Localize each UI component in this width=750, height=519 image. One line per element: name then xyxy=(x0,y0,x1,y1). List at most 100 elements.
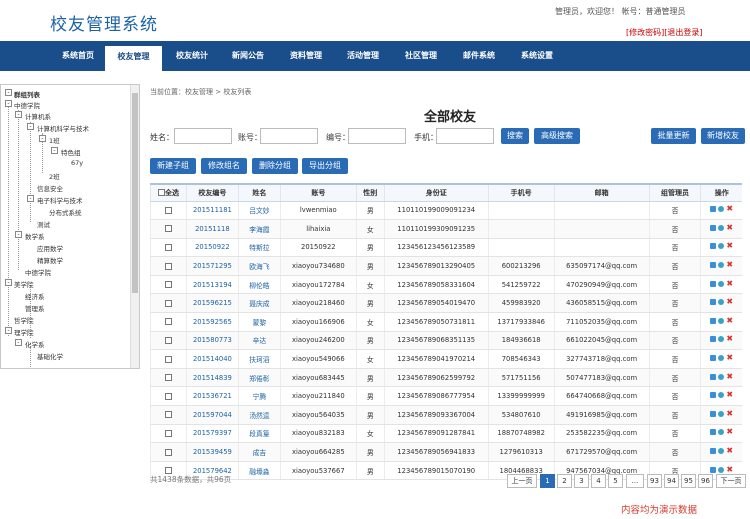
edit-icon[interactable] xyxy=(710,410,717,417)
alumni-name[interactable]: 柳伦皓 xyxy=(237,275,281,295)
row-checkbox[interactable] xyxy=(164,374,172,382)
row-checkbox[interactable] xyxy=(164,225,172,233)
tree-toggle[interactable]: - xyxy=(15,231,22,238)
edit-icon[interactable] xyxy=(710,355,717,362)
row-checkbox[interactable] xyxy=(164,281,172,289)
delete-icon[interactable]: ✖ xyxy=(726,391,733,399)
tree-toggle[interactable]: - xyxy=(15,111,22,118)
row-checkbox[interactable] xyxy=(164,299,172,307)
nav-home[interactable]: 系统首页 xyxy=(52,41,104,71)
delete-icon[interactable]: ✖ xyxy=(726,447,733,455)
page-96-button[interactable]: 96 xyxy=(698,474,713,488)
row-checkbox[interactable] xyxy=(164,392,172,400)
nav-settings[interactable]: 系统设置 xyxy=(511,41,563,71)
tree-scroll-thumb[interactable] xyxy=(132,93,138,293)
advanced-search-button[interactable]: 高级搜索 xyxy=(534,128,580,144)
edit-icon[interactable] xyxy=(710,243,717,250)
tree-node[interactable]: 信息安全 xyxy=(37,183,63,193)
row-select-cell[interactable] xyxy=(150,312,187,332)
new-subgroup-button[interactable]: 新建子组 xyxy=(150,158,196,174)
alumni-id[interactable]: 201514839 xyxy=(185,368,239,388)
tree-node[interactable]: 美学院 xyxy=(14,279,34,289)
alumni-id[interactable]: 201580773 xyxy=(185,331,239,351)
page-5-button[interactable]: 5 xyxy=(608,474,623,488)
search-button[interactable]: 搜索 xyxy=(501,128,529,144)
tree-node[interactable]: 计算机科学与技术 xyxy=(37,123,89,133)
delete-icon[interactable]: ✖ xyxy=(726,428,733,436)
phone-input[interactable] xyxy=(436,128,494,144)
view-icon[interactable] xyxy=(718,224,725,231)
tree-toggle[interactable]: - xyxy=(39,135,46,142)
tree-toggle[interactable]: - xyxy=(27,123,34,130)
alumni-name[interactable]: 郑倦彰 xyxy=(237,368,281,388)
tree-node[interactable]: 中德学院 xyxy=(14,100,40,110)
tree-node[interactable]: 数学系 xyxy=(25,231,45,241)
page-93-button[interactable]: 93 xyxy=(647,474,662,488)
tree-root-group-list[interactable]: 群组列表 xyxy=(14,89,40,99)
tree-node[interactable]: 特色组 xyxy=(61,147,81,157)
tree-node[interactable]: 计算机系 xyxy=(25,111,51,121)
delete-icon[interactable]: ✖ xyxy=(726,465,733,473)
view-icon[interactable] xyxy=(718,429,725,436)
row-checkbox[interactable] xyxy=(164,336,172,344)
rename-group-button[interactable]: 修改组名 xyxy=(201,158,247,174)
number-input[interactable] xyxy=(348,128,406,144)
tree-node[interactable]: 哲学院 xyxy=(14,315,34,325)
alumni-id[interactable]: 20150922 xyxy=(185,238,239,258)
export-group-button[interactable]: 导出分组 xyxy=(302,158,348,174)
row-checkbox[interactable] xyxy=(164,243,172,251)
tree-toggle[interactable]: - xyxy=(5,327,12,334)
logout-link[interactable]: [退出登录] xyxy=(664,28,702,37)
row-checkbox[interactable] xyxy=(164,318,172,326)
edit-icon[interactable] xyxy=(710,429,717,436)
nav-documents[interactable]: 资料管理 xyxy=(280,41,332,71)
row-select-cell[interactable] xyxy=(150,256,187,276)
row-select-cell[interactable] xyxy=(150,293,187,314)
page-1-button[interactable]: 1 xyxy=(540,474,555,488)
row-checkbox[interactable] xyxy=(164,206,172,214)
row-select-cell[interactable] xyxy=(150,405,187,425)
tree-node[interactable]: 1班 xyxy=(49,135,60,145)
tree-node[interactable]: 理学院 xyxy=(14,327,34,337)
row-select-cell[interactable] xyxy=(150,331,187,351)
edit-icon[interactable] xyxy=(710,206,717,213)
alumni-name[interactable]: 段真篁 xyxy=(237,424,281,444)
tree-node[interactable]: 电子科学与技术 xyxy=(37,195,83,205)
nav-mail[interactable]: 邮件系统 xyxy=(453,41,505,71)
nav-alumni-management[interactable]: 校友管理 xyxy=(105,46,162,71)
view-icon[interactable] xyxy=(718,392,725,399)
edit-icon[interactable] xyxy=(710,336,717,343)
tree-node[interactable]: 经济系 xyxy=(25,291,45,301)
batch-update-button[interactable]: 批量更新 xyxy=(651,128,696,144)
tree-toggle[interactable]: - xyxy=(5,279,12,286)
delete-icon[interactable]: ✖ xyxy=(726,261,733,269)
alumni-name[interactable]: 扶珂滔 xyxy=(237,349,281,369)
page-95-button[interactable]: 95 xyxy=(681,474,696,488)
row-select-cell[interactable] xyxy=(150,201,187,221)
tree-node[interactable]: 分布式系统 xyxy=(49,207,82,217)
alumni-id[interactable]: 201592565 xyxy=(185,312,239,332)
tree-node[interactable]: 2班 xyxy=(49,171,60,181)
alumni-id[interactable]: 201597044 xyxy=(185,405,239,425)
row-select-cell[interactable] xyxy=(150,238,187,258)
delete-icon[interactable]: ✖ xyxy=(726,223,733,231)
tree-toggle[interactable]: - xyxy=(5,89,12,96)
edit-icon[interactable] xyxy=(710,392,717,399)
alumni-name[interactable]: 辛达 xyxy=(237,331,281,351)
alumni-id[interactable]: 201513194 xyxy=(185,275,239,295)
alumni-id[interactable]: 201536721 xyxy=(185,386,239,407)
row-select-cell[interactable] xyxy=(150,219,187,239)
alumni-name[interactable]: 特斯拉 xyxy=(237,238,281,258)
header-select-all[interactable]: 全选 xyxy=(150,183,187,202)
alumni-id[interactable]: 201571295 xyxy=(185,256,239,276)
delete-icon[interactable]: ✖ xyxy=(726,335,733,343)
row-checkbox[interactable] xyxy=(164,355,172,363)
alumni-name[interactable]: 蒙黎 xyxy=(237,312,281,332)
alumni-name[interactable]: 吕文妙 xyxy=(237,201,281,221)
view-icon[interactable] xyxy=(718,466,725,473)
row-select-cell[interactable] xyxy=(150,442,187,462)
view-icon[interactable] xyxy=(718,299,725,306)
view-icon[interactable] xyxy=(718,355,725,362)
alumni-id[interactable]: 201514040 xyxy=(185,349,239,369)
nav-news[interactable]: 新闻公告 xyxy=(222,41,274,71)
